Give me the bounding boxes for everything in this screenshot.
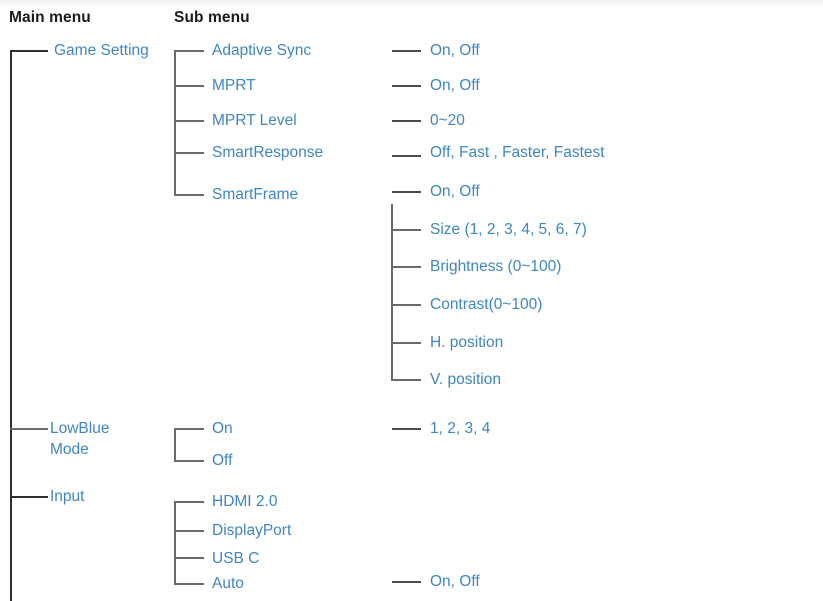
value-mprt-level: 0~20 (430, 112, 465, 129)
sub-item-hdmi[interactable]: HDMI 2.0 (212, 491, 277, 512)
sub-item-smartframe[interactable]: SmartFrame (212, 184, 298, 205)
main-menu-trunk (10, 50, 12, 601)
main-branch-game-setting (10, 50, 48, 52)
sub-item-mprt-level[interactable]: MPRT Level (212, 110, 297, 131)
value-lowblue-levels: 1, 2, 3, 4 (430, 420, 491, 437)
lowblue-sub-trunk (174, 428, 176, 461)
smartframe-option-h-position[interactable]: H. position (430, 332, 503, 353)
game-setting-sub-trunk (174, 50, 176, 195)
top-edge-band (0, 0, 823, 9)
value-dash-mprt-level (392, 120, 421, 122)
value-dash-lowblue-on (392, 428, 421, 430)
value-smartframe-onoff: On, Off (430, 183, 480, 200)
smartframe-option-v-position[interactable]: V. position (430, 369, 501, 390)
sub-branch-mprt-level (174, 120, 204, 122)
smartframe-branch-h-position (391, 342, 421, 344)
lowblue-branch-on (174, 428, 204, 430)
input-branch-usb-c (174, 557, 204, 559)
value-dash-smartresponse (392, 155, 421, 157)
smartframe-branch-brightness (391, 266, 421, 268)
input-branch-auto (174, 583, 204, 585)
main-item-input[interactable]: Input (50, 486, 84, 507)
sub-item-smartresponse[interactable]: SmartResponse (212, 142, 323, 163)
lowblue-branch-off (174, 460, 204, 462)
osd-menu-tree-diagram: Main menu Sub menu Game Setting LowBlue … (0, 0, 823, 601)
sub-branch-adaptive-sync (174, 50, 204, 52)
main-menu-header: Main menu (9, 9, 91, 26)
sub-menu-header: Sub menu (174, 9, 250, 26)
input-branch-hdmi (174, 501, 204, 503)
value-dash-smartframe-onoff (392, 191, 421, 193)
smartframe-option-brightness[interactable]: Brightness (0~100) (430, 256, 561, 277)
sub-item-lowblue-off[interactable]: Off (212, 450, 232, 471)
value-auto-onoff: On, Off (430, 573, 480, 590)
smartframe-branch-size (391, 229, 421, 231)
smartframe-branch-v-position (391, 379, 421, 381)
smartframe-branch-contrast (391, 304, 421, 306)
main-branch-input (10, 496, 48, 498)
sub-item-adaptive-sync[interactable]: Adaptive Sync (212, 40, 311, 61)
sub-item-mprt[interactable]: MPRT (212, 75, 256, 96)
main-item-lowblue-mode[interactable]: LowBlue Mode (50, 418, 140, 460)
sub-branch-smartresponse (174, 152, 204, 154)
sub-item-usb-c[interactable]: USB C (212, 548, 259, 569)
smartframe-option-size[interactable]: Size (1, 2, 3, 4, 5, 6, 7) (430, 219, 587, 240)
input-branch-displayport (174, 530, 204, 532)
input-sub-trunk (174, 501, 176, 583)
value-dash-adaptive-sync (392, 50, 421, 52)
sub-branch-mprt (174, 85, 204, 87)
main-branch-lowblue-mode (10, 428, 48, 430)
value-dash-auto (392, 581, 421, 583)
value-adaptive-sync: On, Off (430, 42, 480, 59)
value-smartresponse: Off, Fast , Faster, Fastest (430, 144, 605, 161)
smartframe-option-contrast[interactable]: Contrast(0~100) (430, 294, 542, 315)
value-dash-mprt (392, 85, 421, 87)
sub-item-displayport[interactable]: DisplayPort (212, 520, 291, 541)
sub-item-auto[interactable]: Auto (212, 573, 244, 594)
value-mprt: On, Off (430, 77, 480, 94)
sub-item-lowblue-on[interactable]: On (212, 418, 233, 439)
sub-branch-smartframe (174, 194, 204, 196)
main-item-game-setting[interactable]: Game Setting (54, 40, 149, 61)
